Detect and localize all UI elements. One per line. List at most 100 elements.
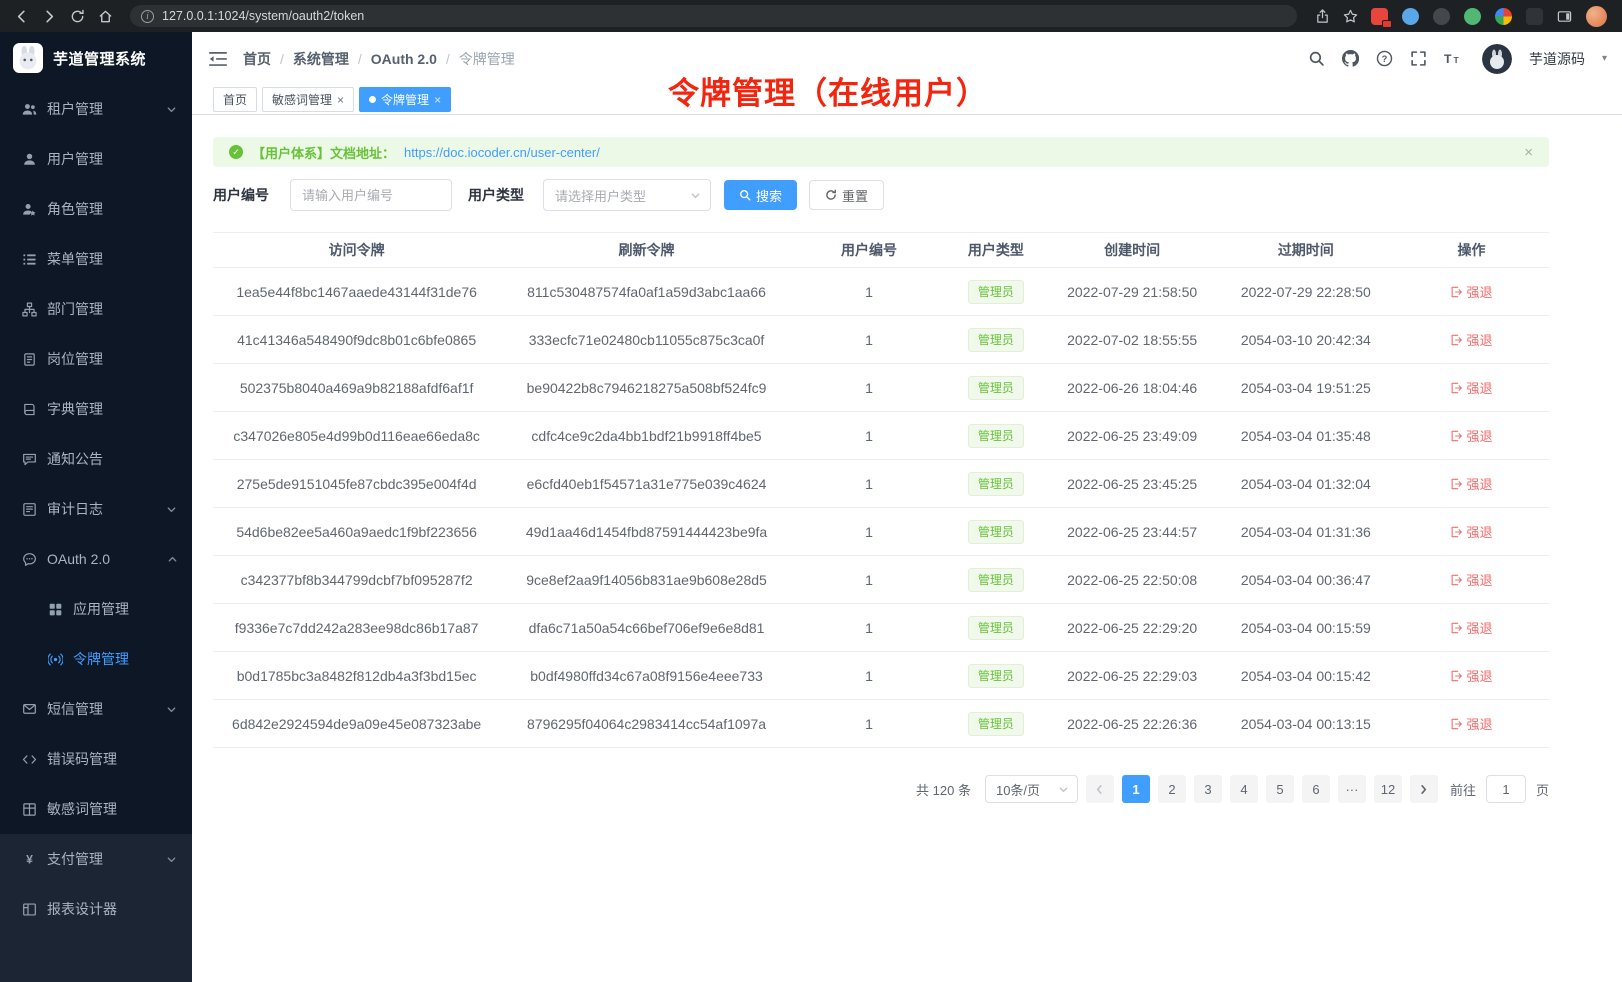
tab[interactable]: 令牌管理 × [359, 87, 451, 112]
sidebar-item[interactable]: 报表设计器 [0, 884, 192, 934]
sidebar-item[interactable]: 错误码管理 [0, 734, 192, 784]
share-icon[interactable] [1309, 4, 1335, 28]
sidebar-item[interactable]: 字典管理 [0, 384, 192, 434]
pagination-page[interactable]: 6 [1302, 775, 1330, 803]
sidebar-item[interactable]: 敏感词管理 [0, 784, 192, 834]
user-type-cell: 管理员 [945, 364, 1047, 412]
sidebar-item[interactable]: 岗位管理 [0, 334, 192, 384]
tab-close-icon[interactable]: × [337, 94, 344, 106]
force-logout-label: 强退 [1466, 282, 1492, 301]
pagination-page[interactable]: 2 [1158, 775, 1186, 803]
extension-icon-green[interactable] [1464, 8, 1481, 25]
doc-link[interactable]: https://doc.iocoder.cn/user-center/ [404, 145, 600, 160]
bookmark-star-icon[interactable] [1337, 4, 1363, 28]
force-logout-label: 强退 [1466, 522, 1492, 541]
force-logout-button[interactable]: 强退 [1450, 426, 1492, 445]
sidebar-item[interactable]: 通知公告 [0, 434, 192, 484]
action-cell: 强退 [1394, 508, 1549, 556]
pagination-prev-button[interactable] [1086, 775, 1114, 803]
force-logout-button[interactable]: 强退 [1450, 666, 1492, 685]
sidebar-item-label: 短信管理 [47, 699, 166, 719]
breadcrumb-item[interactable]: OAuth 2.0 [371, 51, 437, 67]
breadcrumb-item[interactable]: 首页 [243, 49, 271, 69]
browser-profile-avatar[interactable] [1586, 6, 1607, 27]
page-size-select[interactable]: 10条/页 [985, 775, 1078, 803]
sidebar-item[interactable]: 令牌管理 [0, 634, 192, 684]
action-cell: 强退 [1394, 460, 1549, 508]
force-logout-label: 强退 [1466, 714, 1492, 733]
extension-icon-gray[interactable] [1526, 8, 1543, 25]
address-bar[interactable]: i 127.0.0.1:1024/system/oauth2/token [130, 5, 1297, 27]
browser-reload-icon[interactable] [64, 4, 90, 28]
user-menu-caret-icon[interactable]: ▾ [1602, 53, 1607, 64]
sidebar-item[interactable]: 应用管理 [0, 584, 192, 634]
sidebar-item[interactable]: 菜单管理 [0, 234, 192, 284]
force-logout-label: 强退 [1466, 618, 1492, 637]
user-type-cell: 管理员 [945, 652, 1047, 700]
search-icon[interactable] [1308, 50, 1325, 67]
browser-home-icon[interactable] [92, 4, 118, 28]
alert-close-icon[interactable]: × [1524, 145, 1533, 160]
tab[interactable]: 敏感词管理 × [262, 87, 354, 112]
sidebar-item[interactable]: 租户管理 [0, 84, 192, 134]
sidebar-item[interactable]: 审计日志 [0, 484, 192, 534]
github-icon[interactable] [1342, 50, 1359, 67]
force-logout-button[interactable]: 强退 [1450, 378, 1492, 397]
extension-icon-multicolor[interactable] [1495, 8, 1512, 25]
force-logout-label: 强退 [1466, 570, 1492, 589]
sidebar-item[interactable]: ¥ 支付管理 [0, 834, 192, 884]
pagination-next-button[interactable] [1410, 775, 1438, 803]
force-logout-button[interactable]: 强退 [1450, 714, 1492, 733]
split-view-icon[interactable] [1551, 4, 1577, 28]
token-table: 访问令牌刷新令牌用户编号用户类型创建时间过期时间操作 1ea5e44f8bc14… [213, 232, 1549, 748]
tab-label: 令牌管理 [381, 91, 429, 108]
user-id-input[interactable] [290, 179, 452, 211]
pagination-page[interactable]: 3 [1194, 775, 1222, 803]
token-icon [47, 651, 63, 667]
created-time-cell: 2022-06-25 23:49:09 [1047, 412, 1218, 460]
sidebar-item[interactable]: 短信管理 [0, 684, 192, 734]
tab-close-icon[interactable]: × [434, 94, 441, 106]
created-time-cell: 2022-06-25 22:50:08 [1047, 556, 1218, 604]
force-logout-icon [1450, 334, 1462, 346]
sidebar-item[interactable]: OAuth 2.0 [0, 534, 192, 584]
sidebar-collapse-icon[interactable] [209, 51, 227, 67]
user-avatar[interactable] [1482, 44, 1512, 74]
tab[interactable]: 首页 [213, 87, 257, 112]
browser-back-icon[interactable] [8, 4, 34, 28]
chevron-down-icon [1058, 784, 1069, 795]
force-logout-button[interactable]: 强退 [1450, 522, 1492, 541]
created-time-cell: 2022-06-25 22:26:36 [1047, 700, 1218, 748]
force-logout-button[interactable]: 强退 [1450, 474, 1492, 493]
pagination-page[interactable]: 12 [1374, 775, 1402, 803]
extension-icon-dark[interactable] [1433, 8, 1450, 25]
site-info-icon[interactable]: i [141, 10, 154, 23]
breadcrumb-item[interactable]: 系统管理 [293, 49, 349, 69]
user-type-select[interactable]: 请选择用户类型 [543, 179, 711, 211]
help-icon[interactable]: ? [1376, 50, 1393, 67]
username[interactable]: 芋道源码 [1529, 49, 1585, 69]
pagination-page[interactable]: 1 [1122, 775, 1150, 803]
pagination-page[interactable]: 4 [1230, 775, 1258, 803]
table-row: 41c41346a548490f9dc8b01c6bfe0865 333ecfc… [213, 316, 1549, 364]
force-logout-button[interactable]: 强退 [1450, 618, 1492, 637]
goto-page-input[interactable] [1486, 775, 1526, 803]
force-logout-button[interactable]: 强退 [1450, 282, 1492, 301]
user-type-badge: 管理员 [968, 424, 1024, 448]
sidebar-item[interactable]: 用户管理 [0, 134, 192, 184]
extension-icon-blue[interactable] [1402, 8, 1419, 25]
browser-forward-icon[interactable] [36, 4, 62, 28]
reset-button[interactable]: 重置 [809, 180, 884, 210]
logo-image [13, 43, 43, 73]
sidebar-item-label: 敏感词管理 [47, 799, 178, 819]
sidebar-item[interactable]: 角色管理 [0, 184, 192, 234]
force-logout-button[interactable]: 强退 [1450, 330, 1492, 349]
sidebar-item[interactable]: 部门管理 [0, 284, 192, 334]
fullscreen-icon[interactable] [1410, 50, 1427, 67]
search-button[interactable]: 搜索 [724, 180, 797, 210]
extension-icon-red[interactable] [1371, 8, 1388, 25]
pagination-more[interactable]: ··· [1338, 775, 1366, 803]
pagination-page[interactable]: 5 [1266, 775, 1294, 803]
font-size-icon[interactable]: TT [1444, 50, 1461, 67]
force-logout-button[interactable]: 强退 [1450, 570, 1492, 589]
